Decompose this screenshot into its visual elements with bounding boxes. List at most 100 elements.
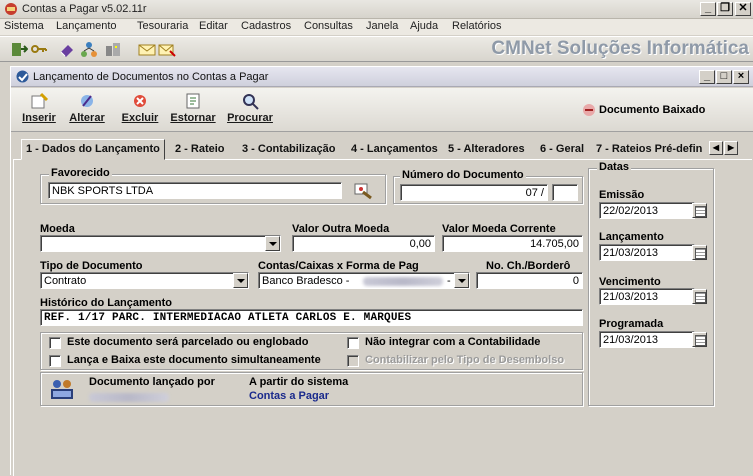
lanca-baixa-checkbox[interactable]	[49, 355, 61, 367]
tab-scroll-left-icon[interactable]: ◀	[709, 141, 723, 155]
parcelado-label: Este documento será parcelado ou engloba…	[67, 336, 309, 348]
delete-button[interactable]: Excluir	[117, 92, 163, 124]
menu-janela[interactable]: Janela	[366, 20, 398, 32]
lancamento-date-field[interactable]: 21/03/2013	[599, 244, 695, 261]
contabilizar-tipo-checkbox	[347, 355, 359, 367]
no-cheque-label: No. Ch./Borderô	[486, 260, 571, 272]
menu-cadastros[interactable]: Cadastros	[241, 20, 291, 32]
nao-integrar-checkbox[interactable]	[347, 337, 359, 349]
historico-field[interactable]: REF. 1/17 PARC. INTERMEDIACAO ATLETA CAR…	[40, 309, 583, 326]
contabilizar-tipo-label: Contabilizar pelo Tipo de Desembolso	[365, 354, 565, 366]
menubar: Sistema Lançamento Tesouraria Editar Cad…	[0, 19, 753, 35]
menu-editar[interactable]: Editar	[199, 20, 228, 32]
eraser-icon[interactable]	[58, 41, 76, 58]
favorecido-label: Favorecido	[49, 167, 112, 179]
footer-info-group: Documento lançado por A partir do sistem…	[40, 372, 583, 406]
lanca-baixa-label: Lança e Baixa este documento simultaneam…	[67, 354, 321, 366]
redacted-account	[363, 277, 443, 286]
programada-label: Programada	[599, 318, 664, 330]
numero-documento-label: Número do Documento	[400, 169, 526, 181]
favorecido-lookup-icon[interactable]	[353, 180, 375, 200]
child-close-button[interactable]: ×	[733, 70, 749, 84]
app-title: Contas a Pagar v5.02.11r	[22, 3, 147, 15]
tab-dados-lancamento[interactable]: 1 - Dados do Lançamento	[21, 139, 165, 160]
network-icon[interactable]	[80, 41, 98, 58]
moeda-select[interactable]	[40, 235, 281, 252]
key-icon[interactable]	[30, 41, 48, 58]
app-titlebar: Contas a Pagar v5.02.11r _ ❐ ✕	[0, 0, 753, 19]
lancamento-calendar-icon[interactable]	[692, 245, 707, 260]
valor-outra-moeda-field[interactable]: 0,00	[292, 235, 435, 252]
valor-moeda-corrente-label: Valor Moeda Corrente	[442, 223, 556, 235]
insert-button[interactable]: Inserir	[19, 92, 59, 124]
mail-send-icon[interactable]	[158, 41, 176, 58]
child-minimize-button[interactable]: _	[699, 70, 715, 84]
contas-caixas-select[interactable]: Banco Bradesco - -	[258, 272, 470, 289]
valor-moeda-corrente-field[interactable]: 14.705,00	[442, 235, 583, 252]
search-icon	[243, 94, 259, 110]
lancado-por-label: Documento lançado por	[89, 376, 215, 388]
tab-geral[interactable]: 6 - Geral	[540, 141, 584, 159]
users-icon	[51, 380, 73, 399]
delete-icon	[134, 95, 146, 107]
numero-documento-suffix-field[interactable]	[552, 184, 578, 201]
vencimento-calendar-icon[interactable]	[692, 289, 707, 304]
app-restore-button[interactable]: ❐	[717, 2, 733, 16]
contas-caixas-label: Contas/Caixas x Forma de Pag	[258, 260, 419, 272]
parcelado-checkbox[interactable]	[49, 337, 61, 349]
tab-rateio[interactable]: 2 - Rateio	[175, 141, 225, 159]
child-restore-button[interactable]: □	[716, 70, 732, 84]
tab-lancamentos[interactable]: 4 - Lançamentos	[351, 141, 438, 159]
edit-icon	[81, 95, 93, 107]
partir-sistema-label: A partir do sistema	[249, 376, 349, 388]
historico-label: Histórico do Lançamento	[40, 297, 173, 309]
menu-sistema[interactable]: Sistema	[4, 20, 44, 32]
tab-scroll-buttons: ◀ ▶	[709, 141, 739, 157]
app-close-button[interactable]: ✕	[735, 2, 751, 16]
menu-ajuda[interactable]: Ajuda	[410, 20, 438, 32]
app-minimize-button[interactable]: _	[700, 2, 716, 16]
child-window-icon	[16, 70, 29, 83]
vencimento-date-field[interactable]: 21/03/2013	[599, 288, 695, 305]
menu-consultas[interactable]: Consultas	[304, 20, 353, 32]
brand-logo: CMNet Soluções Informática	[491, 38, 749, 59]
numero-documento-field[interactable]: 07 /	[400, 184, 548, 201]
tab-alteradores[interactable]: 5 - Alteradores	[448, 141, 525, 159]
tipo-documento-select[interactable]: Contrato	[40, 272, 249, 289]
favorecido-field[interactable]: NBK SPORTS LTDA	[48, 182, 342, 199]
lancamento-label: Lançamento	[599, 231, 664, 243]
reverse-icon	[186, 93, 200, 109]
options-group: Este documento será parcelado ou engloba…	[40, 332, 583, 370]
tab-bar: 1 - Dados do Lançamento 2 - Rateio 3 - C…	[11, 139, 753, 160]
menu-relatorios[interactable]: Relatórios	[452, 20, 502, 32]
child-window: Lançamento de Documentos no Contas a Pag…	[10, 66, 753, 476]
reverse-button[interactable]: Estornar	[167, 92, 219, 124]
tab-panel: Favorecido NBK SPORTS LTDA Número do Doc…	[13, 159, 752, 476]
menu-tesouraria[interactable]: Tesouraria	[137, 20, 188, 32]
emissao-calendar-icon[interactable]	[692, 203, 707, 218]
emissao-label: Emissão	[599, 189, 645, 201]
child-titlebar: Lançamento de Documentos no Contas a Pag…	[11, 67, 753, 87]
programada-date-field[interactable]: 21/03/2013	[599, 331, 695, 348]
menu-lancamento[interactable]: Lançamento	[56, 20, 117, 32]
moeda-dropdown-icon[interactable]	[265, 236, 280, 251]
paid-doc-label: Documento Baixado	[599, 104, 706, 116]
buildings-icon[interactable]	[104, 41, 122, 58]
sistema-value: Contas a Pagar	[249, 390, 330, 402]
datas-group: Datas Emissão 22/02/2013 Lançamento 21/0…	[588, 161, 714, 406]
tab-scroll-right-icon[interactable]: ▶	[724, 141, 738, 155]
moeda-label: Moeda	[40, 223, 75, 235]
emissao-date-field[interactable]: 22/02/2013	[599, 202, 695, 219]
exit-door-icon[interactable]	[10, 41, 28, 58]
no-cheque-field[interactable]: 0	[476, 272, 583, 289]
mail-icon[interactable]	[138, 41, 156, 58]
nao-integrar-label: Não integrar com a Contabilidade	[365, 336, 541, 348]
tab-contabilizacao[interactable]: 3 - Contabilização	[242, 141, 336, 159]
search-button[interactable]: Procurar	[223, 92, 277, 124]
contas-caixas-dropdown-icon[interactable]	[454, 273, 469, 288]
redacted-user	[89, 393, 169, 402]
tab-rateios-predefinidos[interactable]: 7 - Rateios Pré-defin	[596, 141, 708, 159]
edit-button[interactable]: Alterar	[65, 92, 109, 124]
programada-calendar-icon[interactable]	[692, 332, 707, 347]
tipo-documento-dropdown-icon[interactable]	[233, 273, 248, 288]
